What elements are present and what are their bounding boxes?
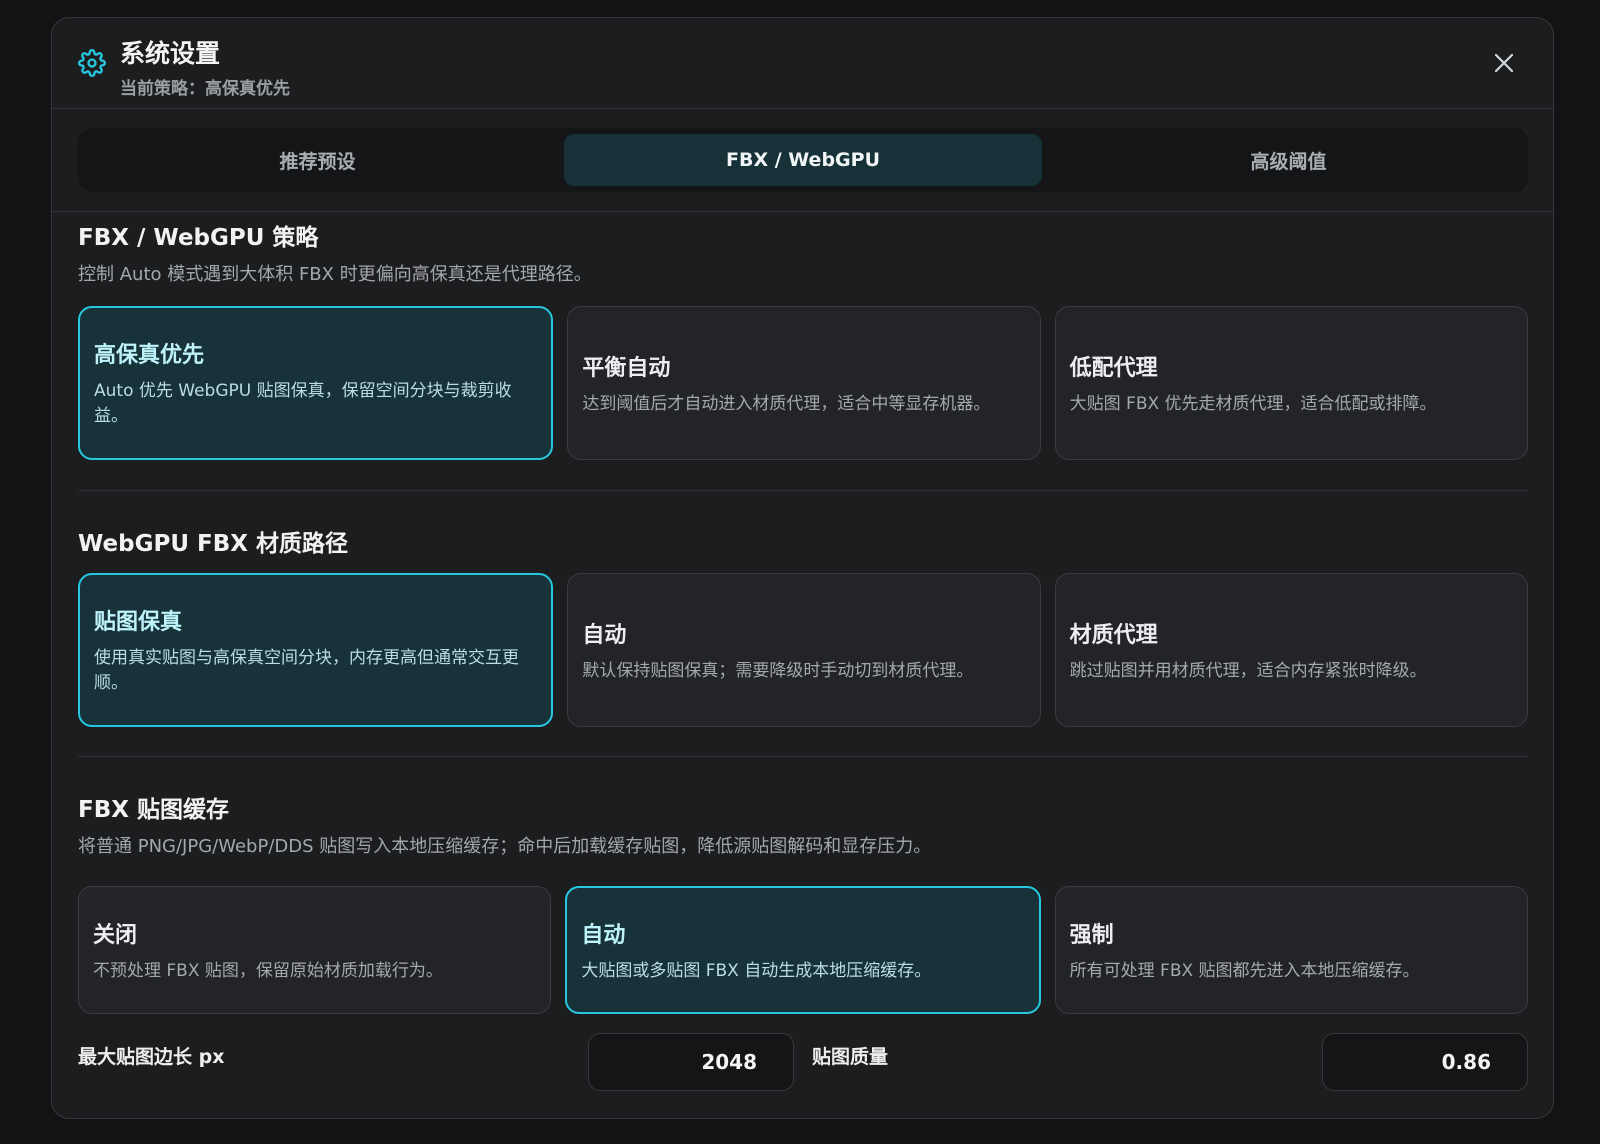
max-edge-input[interactable]: 2048 — [588, 1033, 794, 1091]
gear-icon — [78, 49, 106, 77]
texture-quality-input[interactable]: 0.86 — [1322, 1033, 1528, 1091]
option-desc: 不预处理 FBX 贴图，保留原始材质加载行为。 — [93, 960, 443, 981]
material-options: 贴图保真 使用真实贴图与高保真空间分块，内存更高但通常交互更顺。 自动 默认保持… — [78, 573, 1528, 727]
option-title: 平衡自动 — [582, 355, 671, 381]
current-strategy-text: 当前策略：高保真优先 — [120, 79, 290, 99]
strategy-section-title: FBX / WebGPU 策略 — [78, 225, 319, 251]
cache-option-off[interactable]: 关闭 不预处理 FBX 贴图，保留原始材质加载行为。 — [78, 886, 552, 1014]
cache-section-desc: 将普通 PNG/JPG/WebP/DDS 贴图写入本地压缩缓存；命中后加载缓存贴… — [78, 836, 932, 857]
option-desc: Auto 优先 WebGPU 贴图保真，保留空间分块与裁剪收益。 — [94, 381, 512, 426]
max-edge-label: 最大贴图边长 px — [78, 1046, 225, 1068]
option-title: 贴图保真 — [94, 610, 183, 635]
option-title: 强制 — [1069, 922, 1114, 948]
strategy-option-balanced[interactable]: 平衡自动 达到阈值后才自动进入材质代理，适合中等显存机器。 — [567, 306, 1041, 460]
option-desc: 所有可处理 FBX 贴图都先进入本地压缩缓存。 — [1069, 960, 1420, 981]
option-desc: 达到阈值后才自动进入材质代理，适合中等显存机器。 — [582, 393, 991, 414]
strategy-option-high-fidelity[interactable]: 高保真优先 Auto 优先 WebGPU 贴图保真，保留空间分块与裁剪收益。 — [78, 306, 554, 460]
tab-area: 推荐预设 FBX / WebGPU 高级阈值 — [52, 110, 1553, 212]
tab-presets[interactable]: 推荐预设 — [78, 134, 557, 186]
strategy-section-desc: 控制 Auto 模式遇到大体积 FBX 时更偏向高保真还是代理路径。 — [78, 264, 592, 285]
dialog-header: 系统设置 当前策略：高保真优先 — [52, 18, 1553, 109]
option-title: 低配代理 — [1069, 355, 1158, 381]
option-desc: 大贴图 FBX 优先走材质代理，适合低配或排障。 — [1069, 393, 1437, 414]
settings-dialog: 系统设置 当前策略：高保真优先 推荐预设 FBX / WebGPU 高级阈值 F… — [51, 17, 1554, 1119]
section-divider — [78, 756, 1528, 757]
material-option-auto[interactable]: 自动 默认保持贴图保真；需要降级时手动切到材质代理。 — [567, 573, 1041, 727]
option-desc: 默认保持贴图保真；需要降级时手动切到材质代理。 — [582, 660, 974, 681]
cache-option-auto[interactable]: 自动 大贴图或多贴图 FBX 自动生成本地压缩缓存。 — [565, 886, 1041, 1014]
option-title: 自动 — [581, 922, 626, 948]
option-title: 关闭 — [93, 922, 138, 948]
close-button[interactable] — [1491, 50, 1517, 76]
option-desc: 大贴图或多贴图 FBX 自动生成本地压缩缓存。 — [581, 960, 932, 981]
tab-fbx-webgpu[interactable]: FBX / WebGPU — [564, 134, 1042, 186]
dialog-title: 系统设置 — [120, 39, 221, 68]
cache-options: 关闭 不预处理 FBX 贴图，保留原始材质加载行为。 自动 大贴图或多贴图 FB… — [78, 886, 1528, 1014]
material-section-title: WebGPU FBX 材质路径 — [78, 531, 349, 557]
material-option-proxy[interactable]: 材质代理 跳过贴图并用材质代理，适合内存紧张时降级。 — [1054, 573, 1528, 727]
strategy-option-low-end-proxy[interactable]: 低配代理 大贴图 FBX 优先走材质代理，适合低配或排障。 — [1054, 306, 1528, 460]
cache-option-force[interactable]: 强制 所有可处理 FBX 贴图都先进入本地压缩缓存。 — [1054, 886, 1528, 1014]
option-desc: 跳过贴图并用材质代理，适合内存紧张时降级。 — [1069, 660, 1427, 681]
option-desc: 使用真实贴图与高保真空间分块，内存更高但通常交互更顺。 — [94, 648, 519, 693]
texture-quality-label: 贴图质量 — [812, 1046, 889, 1068]
option-title: 高保真优先 — [94, 343, 205, 368]
option-title: 自动 — [582, 622, 627, 648]
strategy-options: 高保真优先 Auto 优先 WebGPU 贴图保真，保留空间分块与裁剪收益。 平… — [78, 306, 1528, 460]
close-icon — [1494, 53, 1514, 73]
tab-advanced-thresholds[interactable]: 高级阈值 — [1049, 134, 1528, 186]
tab-bar: 推荐预设 FBX / WebGPU 高级阈值 — [78, 128, 1528, 192]
cache-section-title: FBX 贴图缓存 — [78, 797, 229, 823]
material-option-texture-fidelity[interactable]: 贴图保真 使用真实贴图与高保真空间分块，内存更高但通常交互更顺。 — [78, 573, 554, 727]
option-title: 材质代理 — [1069, 622, 1158, 648]
section-divider — [78, 490, 1528, 491]
